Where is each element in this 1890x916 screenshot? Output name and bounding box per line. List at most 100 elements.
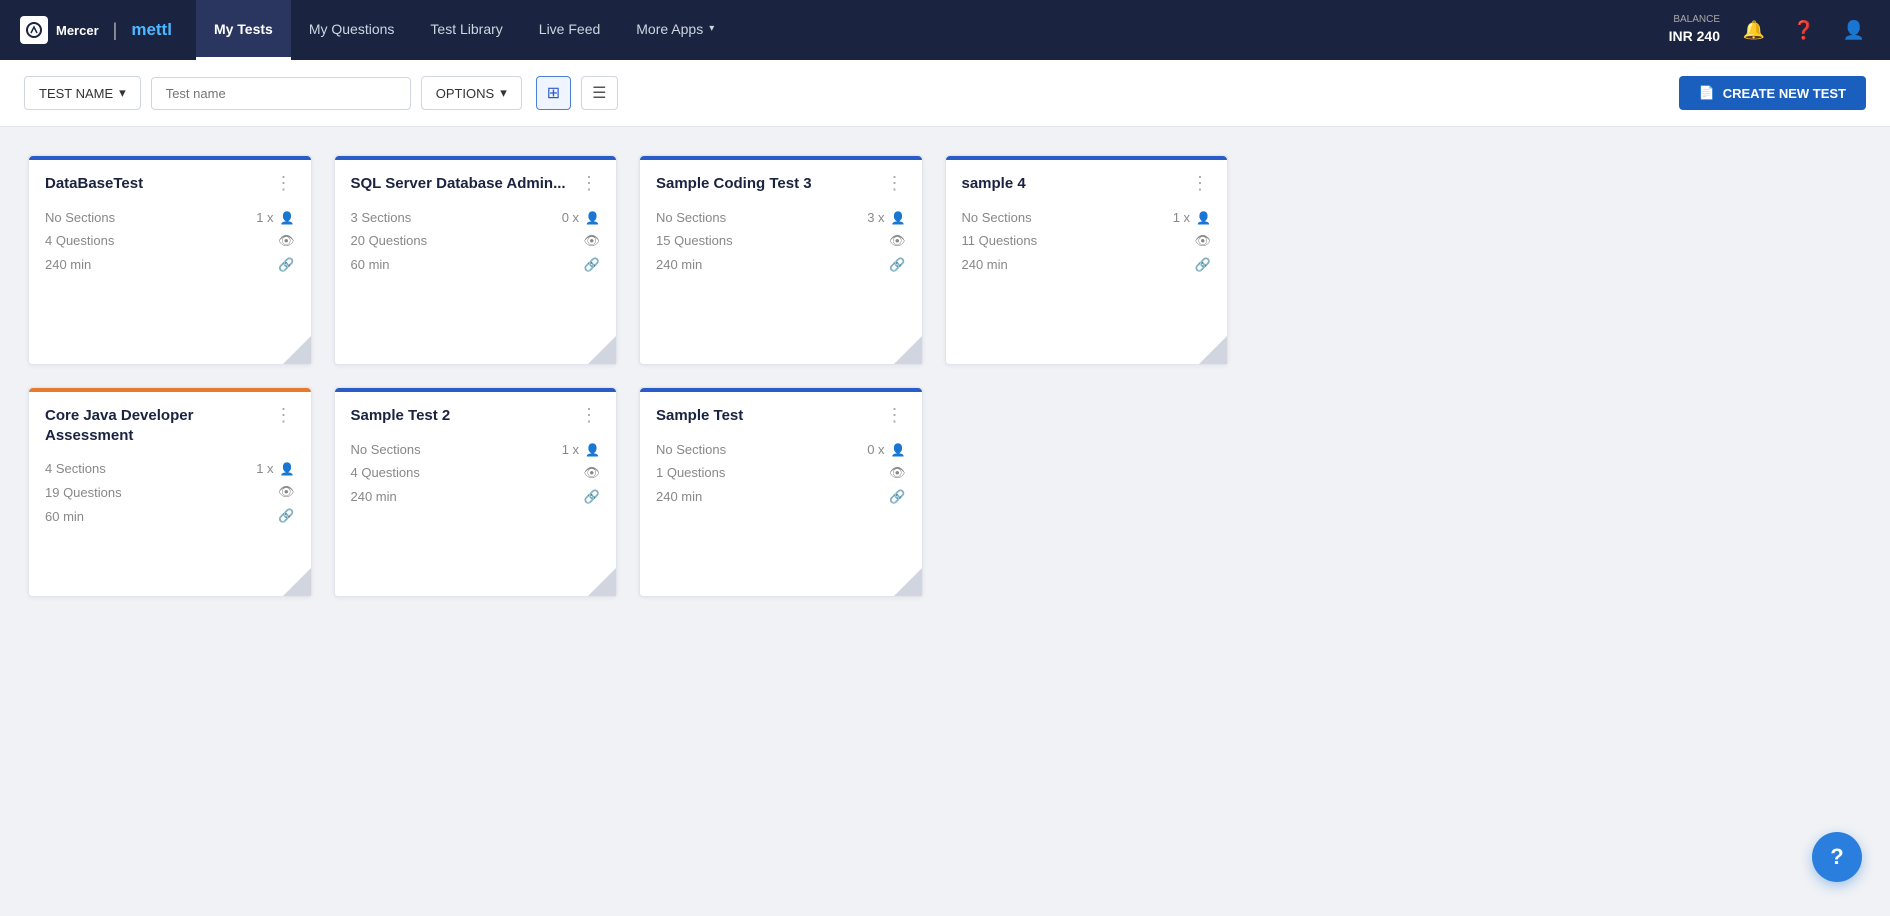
card-menu-button[interactable]: ⋮ [576, 406, 602, 424]
nav-more-apps[interactable]: More Apps ▾ [618, 0, 732, 60]
account-button[interactable]: 👤 [1838, 14, 1870, 46]
link-icon [1195, 257, 1211, 273]
visibility-icon-wrap[interactable] [278, 233, 295, 249]
visibility-icon-wrap[interactable] [1194, 233, 1211, 249]
card-header: Sample Coding Test 3 ⋮ [640, 160, 922, 202]
duration-label: 240 min [656, 257, 702, 272]
user-icon [891, 442, 906, 457]
questions-label: 4 Questions [45, 233, 114, 248]
link-icon-wrap[interactable] [1195, 257, 1211, 273]
test-card[interactable]: sample 4 ⋮ No Sections 1 x 11 Questions … [945, 155, 1229, 365]
invites-value: 1 x [256, 210, 294, 225]
user-icon [280, 210, 295, 225]
visibility-icon-wrap[interactable] [583, 465, 600, 481]
sections-row: No Sections 3 x [656, 210, 906, 225]
test-card[interactable]: Sample Coding Test 3 ⋮ No Sections 3 x 1… [639, 155, 923, 365]
link-icon [278, 257, 294, 273]
card-title: Sample Coding Test 3 [656, 174, 882, 194]
grid-icon: ⊞ [547, 83, 560, 103]
notifications-button[interactable]: 🔔 [1738, 14, 1770, 46]
card-header: Sample Test 2 ⋮ [335, 392, 617, 434]
nav-live-feed[interactable]: Live Feed [521, 0, 618, 60]
navbar: Mercer | mettl My Tests My Questions Tes… [0, 0, 1890, 60]
visibility-icon-wrap[interactable] [583, 233, 600, 249]
questions-row: 11 Questions [962, 233, 1212, 249]
test-name-filter[interactable]: TEST NAME ▾ [24, 76, 141, 110]
options-button[interactable]: OPTIONS ▾ [421, 76, 522, 110]
test-card[interactable]: DataBaseTest ⋮ No Sections 1 x 4 Questio… [28, 155, 312, 365]
sections-label: No Sections [962, 210, 1032, 225]
link-icon [889, 489, 905, 505]
questions-row: 4 Questions [45, 233, 295, 249]
search-input[interactable] [151, 77, 411, 110]
duration-label: 240 min [351, 489, 397, 504]
card-header: Core Java Developer Assessment ⋮ [29, 392, 311, 453]
link-icon-wrap[interactable] [889, 489, 905, 505]
card-header: DataBaseTest ⋮ [29, 160, 311, 202]
visibility-icon-wrap[interactable] [889, 233, 906, 249]
filter-chevron: ▾ [119, 85, 126, 101]
link-icon-wrap[interactable] [584, 489, 600, 505]
card-body: 3 Sections 0 x 20 Questions 60 min [335, 202, 617, 293]
card-menu-button[interactable]: ⋮ [1187, 174, 1213, 192]
questions-row: 1 Questions [656, 465, 906, 481]
sections-row: No Sections 0 x [656, 442, 906, 457]
link-icon-wrap[interactable] [278, 508, 294, 524]
invites-value: 0 x [562, 210, 600, 225]
test-card[interactable]: Sample Test 2 ⋮ No Sections 1 x 4 Questi… [334, 387, 618, 597]
eye-icon [278, 484, 295, 500]
grid-view-button[interactable]: ⊞ [536, 76, 571, 110]
sections-label: No Sections [45, 210, 115, 225]
card-menu-button[interactable]: ⋮ [576, 174, 602, 192]
card-menu-button[interactable]: ⋮ [271, 406, 297, 424]
list-view-button[interactable]: ☰ [581, 76, 617, 110]
card-menu-button[interactable]: ⋮ [882, 174, 908, 192]
questions-row: 4 Questions [351, 465, 601, 481]
user-icon [585, 442, 600, 457]
invites-value: 0 x [867, 442, 905, 457]
card-fold [894, 336, 922, 364]
link-icon [889, 257, 905, 273]
user-icon [280, 461, 295, 476]
card-header: SQL Server Database Admin... ⋮ [335, 160, 617, 202]
test-card[interactable]: Sample Test ⋮ No Sections 0 x 1 Question… [639, 387, 923, 597]
duration-row: 240 min [351, 489, 601, 505]
test-card[interactable]: SQL Server Database Admin... ⋮ 3 Section… [334, 155, 618, 365]
logo-separator: | [113, 20, 118, 41]
card-fold [894, 568, 922, 596]
main-content: DataBaseTest ⋮ No Sections 1 x 4 Questio… [0, 127, 1890, 916]
sections-row: 3 Sections 0 x [351, 210, 601, 225]
eye-icon [1194, 233, 1211, 249]
card-menu-button[interactable]: ⋮ [271, 174, 297, 192]
live-chat-button[interactable]: ? [1812, 832, 1862, 882]
link-icon [584, 257, 600, 273]
card-body: No Sections 3 x 15 Questions 240 min [640, 202, 922, 293]
nav-test-library[interactable]: Test Library [412, 0, 520, 60]
mercer-icon [20, 16, 48, 44]
sections-label: No Sections [656, 442, 726, 457]
test-grid: DataBaseTest ⋮ No Sections 1 x 4 Questio… [28, 155, 1228, 597]
user-icon [1196, 210, 1211, 225]
sections-label: 3 Sections [351, 210, 412, 225]
questions-label: 15 Questions [656, 233, 733, 248]
test-card[interactable]: Core Java Developer Assessment ⋮ 4 Secti… [28, 387, 312, 597]
logo: Mercer | mettl [20, 16, 172, 44]
sections-label: No Sections [351, 442, 421, 457]
questions-row: 15 Questions [656, 233, 906, 249]
create-new-test-button[interactable]: 📄 CREATE NEW TEST [1679, 76, 1866, 110]
visibility-icon-wrap[interactable] [889, 465, 906, 481]
card-fold [283, 336, 311, 364]
duration-label: 240 min [656, 489, 702, 504]
nav-my-questions[interactable]: My Questions [291, 0, 413, 60]
duration-label: 60 min [45, 509, 84, 524]
link-icon-wrap[interactable] [584, 257, 600, 273]
sections-row: No Sections 1 x [962, 210, 1212, 225]
link-icon-wrap[interactable] [889, 257, 905, 273]
help-button[interactable]: ❓ [1788, 14, 1820, 46]
card-header: Sample Test ⋮ [640, 392, 922, 434]
nav-my-tests[interactable]: My Tests [196, 0, 291, 60]
duration-row: 240 min [45, 257, 295, 273]
card-menu-button[interactable]: ⋮ [882, 406, 908, 424]
visibility-icon-wrap[interactable] [278, 484, 295, 500]
link-icon-wrap[interactable] [278, 257, 294, 273]
